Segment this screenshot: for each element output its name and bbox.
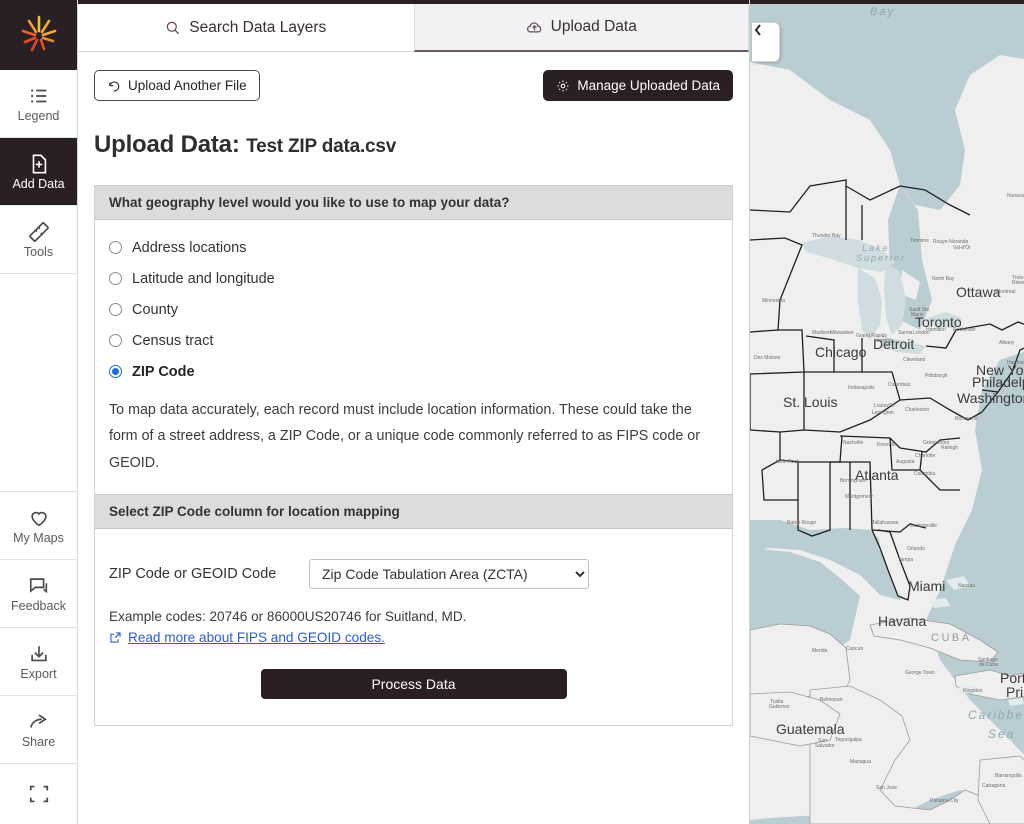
sidebar-item-export[interactable]: Export — [0, 628, 77, 696]
fips-geoid-help-link[interactable]: Read more about FIPS and GEOID codes. — [109, 630, 385, 645]
expand-map-button[interactable] — [0, 764, 77, 824]
upload-toolbar: Upload Another File Manage Uploaded Data — [78, 52, 749, 101]
column-mapping-section-body: ZIP Code or GEOID Code Zip Code Tabulati… — [95, 529, 732, 725]
radio-label: Address locations — [132, 239, 247, 256]
radio-census-tract[interactable]: Census tract — [109, 325, 718, 356]
geography-section-body: Address locations Latitude and longitude… — [95, 220, 732, 494]
expand-corners-icon — [29, 785, 48, 803]
upload-panel: Search Data Layers Upload Data Upload An… — [78, 0, 750, 824]
share-arrow-icon — [29, 714, 47, 728]
button-label: Manage Uploaded Data — [577, 78, 720, 93]
collapse-panel-button[interactable] — [752, 22, 780, 62]
link-label: Read more about FIPS and GEOID codes. — [128, 630, 385, 646]
sidebar-item-label: Tools — [23, 244, 54, 259]
starburst-logo-icon — [21, 15, 56, 52]
radio-indicator — [109, 365, 122, 378]
sidebar-item-feedback[interactable]: Feedback — [0, 560, 77, 628]
app-logo[interactable] — [0, 0, 77, 70]
sidebar-item-share[interactable]: Share — [0, 696, 77, 764]
left-rail: Legend Add Data Tools My Maps Feedback E… — [0, 0, 78, 824]
radio-indicator — [109, 303, 122, 316]
upload-another-file-button[interactable]: Upload Another File — [94, 70, 260, 101]
sidebar-item-add-data[interactable]: Add Data — [0, 138, 77, 206]
sidebar-item-label: Export — [20, 666, 57, 681]
app-root: Legend Add Data Tools My Maps Feedback E… — [0, 0, 1024, 824]
sidebar-item-legend[interactable]: Legend — [0, 70, 77, 138]
sidebar-item-label: Share — [21, 734, 56, 749]
chevron-left-icon — [754, 24, 761, 36]
geography-radio-group: Address locations Latitude and longitude… — [109, 232, 718, 387]
radio-label: County — [132, 301, 178, 318]
upload-config-card: What geography level would you like to u… — [94, 185, 733, 727]
page-title-prefix: Upload Data: — [94, 131, 240, 158]
undo-arrow-icon — [109, 80, 120, 91]
comment-icon — [29, 578, 47, 594]
sidebar-item-label: Add Data — [12, 176, 65, 191]
process-data-button[interactable]: Process Data — [260, 669, 567, 700]
process-data-row: Process Data — [109, 647, 718, 721]
ruler-icon — [28, 221, 49, 242]
tab-search-data-layers[interactable]: Search Data Layers — [78, 4, 414, 52]
tab-label: Search Data Layers — [189, 18, 327, 36]
radio-indicator — [109, 334, 122, 347]
radio-latitude-and-longitude[interactable]: Latitude and longitude — [109, 263, 718, 294]
download-icon — [30, 645, 47, 661]
uploaded-file-name: Test ZIP data.csv — [246, 136, 397, 157]
gear-icon — [557, 80, 569, 91]
radio-label: ZIP Code — [132, 363, 195, 380]
zip-column-select[interactable]: Zip Code Tabulation Area (ZCTA) — [309, 559, 589, 590]
tab-label: Upload Data — [550, 18, 637, 35]
geography-help-text: To map data accurately, each record must… — [109, 402, 700, 471]
radio-indicator — [109, 272, 122, 285]
map-geometry — [750, 0, 1024, 824]
example-codes-text: Example codes: 20746 or 86000US20746 for… — [109, 609, 467, 625]
tab-upload-data[interactable]: Upload Data — [413, 4, 749, 52]
sidebar-item-label: Legend — [17, 108, 60, 123]
external-link-icon — [110, 632, 121, 643]
geography-section-title: What geography level would you like to u… — [95, 186, 732, 220]
search-icon — [165, 20, 181, 36]
list-icon — [30, 89, 46, 103]
panel-tabs: Search Data Layers Upload Data — [78, 4, 749, 52]
cloud-upload-icon — [526, 19, 543, 36]
column-mapping-section-title: Select ZIP Code column for location mapp… — [95, 494, 732, 530]
map-top-accent — [750, 0, 1024, 4]
zip-column-field-label: ZIP Code or GEOID Code — [109, 566, 277, 583]
sidebar-item-my-maps[interactable]: My Maps — [0, 492, 77, 560]
add-file-icon — [32, 154, 46, 174]
radio-label: Census tract — [132, 332, 214, 349]
sidebar-item-label: Feedback — [11, 598, 66, 613]
sidebar-item-tools[interactable]: Tools — [0, 206, 77, 274]
radio-indicator — [109, 241, 122, 254]
map-canvas[interactable]: Bay Lake Superior Ottawa Toronto Detroit Chica… — [750, 0, 1024, 824]
zip-column-field-row: ZIP Code or GEOID Code Zip Code Tabulati… — [109, 541, 718, 595]
radio-address-locations[interactable]: Address locations — [109, 232, 718, 263]
heart-icon — [30, 511, 47, 527]
radio-county[interactable]: County — [109, 294, 718, 325]
button-label: Upload Another File — [128, 78, 247, 93]
sidebar-item-label: My Maps — [13, 530, 64, 545]
radio-zip-code[interactable]: ZIP Code — [109, 356, 718, 387]
page-title: Upload Data: Test ZIP data.csv — [94, 131, 749, 159]
rail-spacer — [0, 274, 77, 492]
radio-label: Latitude and longitude — [132, 270, 275, 287]
manage-uploaded-data-button[interactable]: Manage Uploaded Data — [543, 70, 733, 101]
